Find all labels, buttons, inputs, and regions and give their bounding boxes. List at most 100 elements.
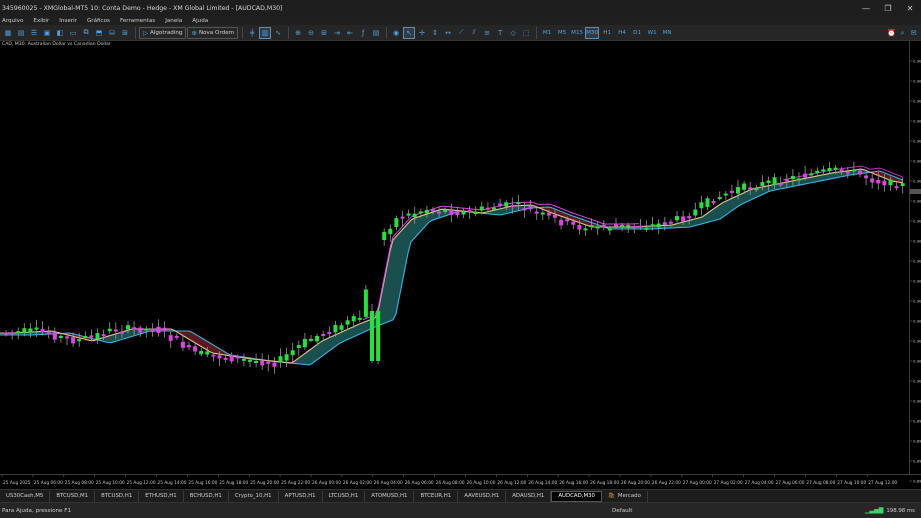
bullish-candle xyxy=(351,316,356,322)
toolbar: ▦ ▤ ☰ ▣ ◧ ▭ ⧉ ⬒ ⛁ ⊞ ▷ Algotrading ⊕ Nova O… xyxy=(0,25,921,41)
one-click-trading-icon[interactable]: ◉ xyxy=(390,27,402,39)
timeframe-w1[interactable]: W1 xyxy=(645,27,659,39)
new-order-button[interactable]: ⊕ Nova Ordem xyxy=(187,26,239,39)
bullish-candle xyxy=(473,211,478,215)
close-button[interactable]: ✕ xyxy=(899,0,921,16)
price-chart[interactable]: 25 Aug 2025 25 Aug 06:00 25 Aug 08:00 25 Au… xyxy=(0,41,921,489)
tab-us30cash-m5[interactable]: US30Cash,M5 xyxy=(0,490,51,502)
bullish-candle xyxy=(760,182,765,186)
bearish-candle xyxy=(89,335,94,338)
channel-icon[interactable]: ⫽ xyxy=(468,27,480,39)
toolbox-icon[interactable]: ▭ xyxy=(67,27,79,39)
menu-janela[interactable]: Janela xyxy=(160,18,187,24)
status-network[interactable]: ▁▃▅▇ 198.98 ms xyxy=(865,507,915,514)
strategy-tester-icon[interactable]: ⧉ xyxy=(80,27,92,39)
bearish-candle xyxy=(327,331,332,334)
tile-windows-icon[interactable]: ⊞ xyxy=(318,27,330,39)
templates-icon[interactable]: ▤ xyxy=(370,27,382,39)
chart-area[interactable]: 25 Aug 2025 25 Aug 06:00 25 Aug 08:00 25 Au… xyxy=(0,41,921,489)
market-icon[interactable]: ⛁ xyxy=(106,27,118,39)
timeframe-mn[interactable]: MN xyxy=(660,27,674,39)
bearish-candle xyxy=(559,219,564,226)
menu-exibir[interactable]: Exibir xyxy=(28,18,54,24)
chart-shift-icon[interactable]: ⇤ xyxy=(344,27,356,39)
time-axis[interactable] xyxy=(0,474,921,489)
menu-inserir[interactable]: Inserir xyxy=(54,18,82,24)
cursor-icon[interactable]: ↖ xyxy=(403,26,416,39)
zoom-in-icon[interactable]: ⊕ xyxy=(292,27,304,39)
tab-btcusd-h1[interactable]: BTCUSD,H1 xyxy=(95,490,140,502)
bearish-candle xyxy=(485,207,490,210)
bearish-candle xyxy=(687,216,692,219)
tab-aaveusd-h1[interactable]: AAVEUSD,H1 xyxy=(458,490,507,502)
bearish-candle xyxy=(113,329,118,332)
vertical-line-icon[interactable]: ↕ xyxy=(429,27,441,39)
bullish-candle xyxy=(248,359,252,362)
status-profile[interactable]: Default xyxy=(612,508,632,514)
minimize-button[interactable]: — xyxy=(855,0,877,16)
menu-ajuda[interactable]: Ajuda xyxy=(187,18,213,24)
search-icon[interactable]: ⌕ xyxy=(897,27,908,39)
signals-icon[interactable]: ⊞ xyxy=(119,27,131,39)
tab-ltcusd-h1[interactable]: LTCUSD,H1 xyxy=(323,490,366,502)
trend-line-icon[interactable]: ⟋ xyxy=(455,27,467,39)
signal-icon: ▁▃▅▇ xyxy=(864,507,884,514)
bar-chart-icon[interactable]: ╪ xyxy=(246,27,258,39)
chat-icon[interactable]: ✉ xyxy=(908,27,919,39)
bullish-candle xyxy=(888,179,893,186)
new-chart-icon[interactable]: ▦ xyxy=(2,27,14,39)
shapes-icon[interactable]: ◇ xyxy=(507,27,519,39)
ma-cloud-segment xyxy=(390,239,393,321)
data-window-icon[interactable]: ▣ xyxy=(41,27,53,39)
autoscroll-icon[interactable]: ⇥ xyxy=(331,27,343,39)
timeframe-h4[interactable]: H4 xyxy=(615,27,629,39)
bullish-candle xyxy=(644,227,649,230)
bearish-candle xyxy=(614,224,618,227)
tab-btceur-h1[interactable]: BTCEUR,H1 xyxy=(414,490,459,502)
tab-audcad-m30[interactable]: AUDCAD,M30 xyxy=(551,490,602,502)
timeframe-m30[interactable]: M30 xyxy=(585,26,600,39)
alert-icon[interactable]: ⏰ xyxy=(886,27,897,39)
profiles-icon[interactable]: ▤ xyxy=(15,27,27,39)
tab-bchusd-h1[interactable]: BCHUSD,H1 xyxy=(184,490,229,502)
timeframe-m15[interactable]: M15 xyxy=(570,27,584,39)
metaeditor-icon[interactable]: ⬒ xyxy=(93,27,105,39)
crosshair-icon[interactable]: ✛ xyxy=(416,27,428,39)
line-chart-icon[interactable]: ∿ xyxy=(272,27,284,39)
price-axis[interactable] xyxy=(909,41,921,474)
bearish-candle xyxy=(858,170,862,175)
zoom-out-icon[interactable]: ⊖ xyxy=(305,27,317,39)
text-icon[interactable]: T xyxy=(494,27,506,39)
tab-crypto10-h1[interactable]: Crypto_10,H1 xyxy=(229,490,279,502)
menu-arquivo[interactable]: Arquivo xyxy=(0,18,28,24)
navigator-icon[interactable]: ◧ xyxy=(54,27,66,39)
window-controls: — ❐ ✕ xyxy=(855,0,921,16)
timeframe-d1[interactable]: D1 xyxy=(630,27,644,39)
maximize-button[interactable]: ❐ xyxy=(877,0,899,16)
indicators-icon[interactable]: ƒ xyxy=(357,27,369,39)
tab-ethusd-h1[interactable]: ETHUSD,H1 xyxy=(139,490,184,502)
tab-aptusd-h1[interactable]: APTUSD,H1 xyxy=(279,490,323,502)
bearish-candle xyxy=(162,327,167,332)
bullish-candle xyxy=(650,224,655,227)
market-watch-icon[interactable]: ☰ xyxy=(28,27,40,39)
bullish-candle xyxy=(595,226,600,229)
bearish-candle xyxy=(638,225,643,228)
horizontal-line-icon[interactable]: ↔ xyxy=(442,27,454,39)
timeframe-h1[interactable]: H1 xyxy=(600,27,614,39)
bullish-candle xyxy=(705,198,710,208)
timeframe-m5[interactable]: M5 xyxy=(555,27,569,39)
tab-btcusd-m1[interactable]: BTCUSD,M1 xyxy=(50,490,96,502)
tab-mercado[interactable]: 🛍 Mercado xyxy=(602,490,648,502)
fibonacci-icon[interactable]: ≡ xyxy=(481,27,493,39)
tab-adausd-h1[interactable]: ADAUSD,H1 xyxy=(506,490,552,502)
algotrading-button[interactable]: ▷ Algotrading xyxy=(139,26,187,39)
toolbar-separator xyxy=(288,26,290,39)
tab-atomusd-h1[interactable]: ATOMUSD,H1 xyxy=(365,490,415,502)
timeframe-m1[interactable]: M1 xyxy=(540,27,554,39)
menu-graficos[interactable]: Gráficos xyxy=(82,18,115,24)
candlestick-chart-icon[interactable]: ▥ xyxy=(259,26,272,39)
menu-ferramentas[interactable]: Ferramentas xyxy=(115,18,160,24)
bearish-candle xyxy=(272,362,277,367)
objects-icon[interactable]: ⬚ xyxy=(520,27,532,39)
